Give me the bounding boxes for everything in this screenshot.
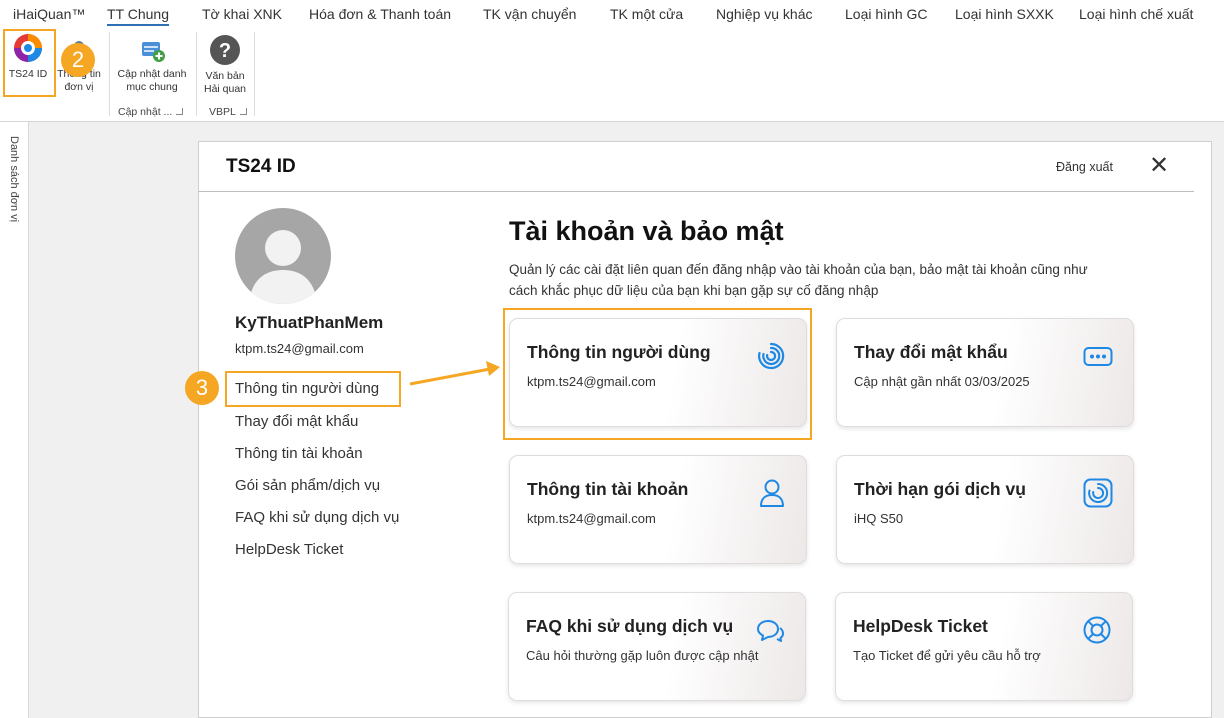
update-catalog-icon [142, 42, 165, 62]
nav-helpdesk[interactable]: HelpDesk Ticket [235, 541, 343, 558]
customs-docs-label-2: Hải quan [203, 83, 247, 95]
customs-docs-button[interactable]: ? Văn bản Hải quan [200, 34, 250, 96]
close-icon[interactable]: ✕ [1149, 154, 1169, 178]
service-box-icon [1083, 478, 1113, 508]
card-subtitle: Tạo Ticket để gửi yêu cầu hỗ trợ [853, 648, 1041, 663]
nav-account-info[interactable]: Thông tin tài khoản [235, 445, 363, 462]
card-account-info[interactable]: Thông tin tài khoản ktpm.ts24@gmail.com [509, 455, 807, 564]
highlight-ts24id [3, 29, 56, 97]
card-subtitle: Câu hỏi thường gặp luôn được cập nhật [526, 648, 759, 663]
card-title: Thông tin tài khoản [527, 479, 689, 499]
user-name: KyThuatPhanMem [235, 313, 384, 332]
menu-hoa-don[interactable]: Hóa đơn & Thanh toán [309, 6, 451, 22]
highlight-nav-user-info [225, 371, 401, 407]
lifebuoy-icon [1083, 616, 1111, 644]
group-launcher-icon[interactable] [239, 108, 247, 115]
nav-service-packages[interactable]: Gói sản phẩm/dịch vụ [235, 477, 380, 494]
chat-bubbles-icon [757, 620, 784, 642]
menu-tk-van-chuyen[interactable]: TK vận chuyển [483, 6, 576, 22]
menu-loai-hinh-sxxk[interactable]: Loại hình SXXK [955, 6, 1054, 22]
page-title: Tài khoản và bảo mật [509, 216, 784, 246]
user-silhouette-icon [249, 230, 317, 304]
ribbon-group-vbpl: VBPL [209, 106, 247, 118]
update-catalog-button[interactable]: Cập nhật danh mục chung [113, 38, 191, 94]
ribbon-separator [254, 32, 255, 116]
ribbon-separator [109, 32, 110, 116]
card-title: Thay đổi mật khẩu [854, 342, 1008, 362]
user-email: ktpm.ts24@gmail.com [235, 341, 364, 356]
menu-loai-hinh-gc[interactable]: Loại hình GC [845, 6, 928, 22]
svg-text:?: ? [219, 40, 231, 62]
menu-to-khai-xnk[interactable]: Tờ khai XNK [202, 6, 282, 22]
group-launcher-icon[interactable] [176, 108, 184, 115]
nav-faq[interactable]: FAQ khi sử dụng dịch vụ [235, 509, 399, 526]
step-3-badge: 3 [185, 371, 219, 405]
dialog-divider [199, 191, 1194, 192]
card-title: FAQ khi sử dụng dịch vụ [526, 616, 734, 636]
unit-list-panel[interactable]: Danh sách đơn vị [0, 122, 29, 718]
menu-ihaiquan[interactable]: iHaiQuan™ [13, 6, 85, 22]
ribbon: TS24 ID Thông tin đơn vị Cập nhật danh m… [0, 28, 1224, 122]
menu-loai-hinh-che-xuat[interactable]: Loại hình chế xuất [1079, 6, 1193, 22]
ribbon-separator [196, 32, 197, 116]
card-title: Thời hạn gói dịch vụ [854, 479, 1026, 499]
help-question-icon: ? [210, 35, 240, 65]
page-description: Quản lý các cài đặt liên quan đến đăng n… [509, 262, 1088, 298]
avatar [235, 208, 331, 304]
menu-tk-mot-cua[interactable]: TK một cửa [610, 6, 683, 22]
menu-bar: iHaiQuan™ TT Chung Tờ khai XNK Hóa đơn &… [0, 0, 1224, 28]
step-2-badge: 2 [61, 43, 95, 77]
logout-link[interactable]: Đăng xuất [1056, 160, 1113, 174]
highlight-card-user-info [503, 308, 812, 440]
card-change-password[interactable]: Thay đổi mật khẩu Cập nhật gần nhất 03/0… [836, 318, 1134, 427]
company-info-label-2: đơn vị [64, 81, 94, 93]
nav-change-password[interactable]: Thay đổi mật khẩu [235, 413, 358, 430]
card-faq[interactable]: FAQ khi sử dụng dịch vụ Câu hỏi thường g… [508, 592, 806, 701]
customs-docs-label-1: Văn bản [205, 70, 245, 82]
menu-nghiep-vu-khac[interactable]: Nghiệp vụ khác [716, 6, 813, 22]
password-dots-icon [1083, 347, 1113, 366]
ribbon-group-update: Cập nhật ... [118, 106, 184, 118]
card-title: HelpDesk Ticket [853, 616, 988, 636]
menu-tt-chung[interactable]: TT Chung [107, 6, 169, 26]
update-catalog-label-2: mục chung [126, 81, 178, 93]
card-service-term[interactable]: Thời hạn gói dịch vụ iHQ S50 [836, 455, 1134, 564]
card-subtitle: Cập nhật gần nhất 03/03/2025 [854, 374, 1030, 389]
card-subtitle: iHQ S50 [854, 511, 904, 526]
ribbon-group-vbpl-label: VBPL [209, 106, 236, 118]
dialog-title: TS24 ID [226, 156, 296, 177]
update-catalog-label-1: Cập nhật danh [117, 68, 187, 80]
user-icon [760, 479, 784, 507]
ribbon-group-update-label: Cập nhật ... [118, 106, 173, 118]
card-subtitle: ktpm.ts24@gmail.com [527, 511, 656, 526]
unit-list-label: Danh sách đơn vị [8, 136, 20, 223]
card-helpdesk[interactable]: HelpDesk Ticket Tạo Ticket để gửi yêu cầ… [835, 592, 1133, 701]
